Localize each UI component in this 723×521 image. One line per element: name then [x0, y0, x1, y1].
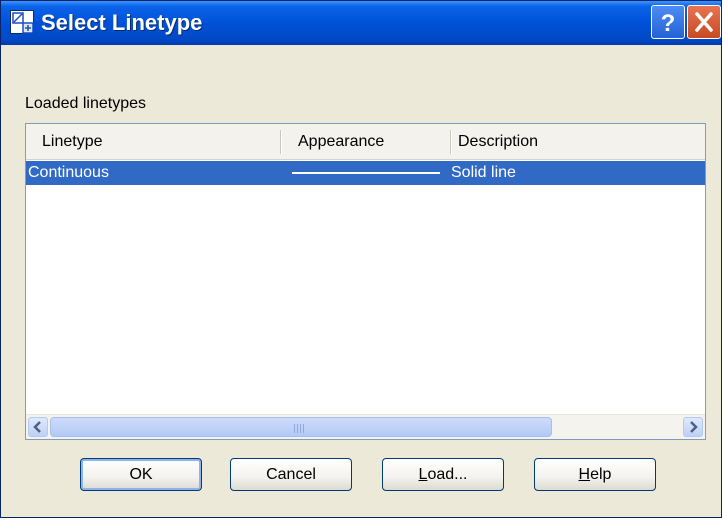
column-divider[interactable]: [450, 130, 452, 154]
column-header-appearance[interactable]: Appearance: [298, 124, 384, 159]
linetype-list[interactable]: Linetype Appearance Description Continuo…: [25, 123, 706, 440]
help-mnemonic: H: [578, 466, 591, 483]
select-linetype-dialog: Select Linetype ? Loaded linetypes Linet…: [0, 0, 722, 518]
help-button[interactable]: Help: [534, 458, 656, 491]
loaded-linetypes-label: Loaded linetypes: [25, 95, 146, 112]
svg-text:?: ?: [661, 10, 676, 37]
scroll-right-button[interactable]: [683, 417, 703, 437]
scroll-thumb[interactable]: [50, 417, 552, 437]
linetype-app-icon: [10, 10, 34, 34]
ok-button[interactable]: OK: [80, 458, 202, 491]
list-row-continuous[interactable]: Continuous Solid line: [26, 161, 705, 185]
column-header-description[interactable]: Description: [458, 124, 538, 159]
help-label-rest: elp: [590, 466, 612, 483]
question-mark-icon: ?: [661, 10, 676, 37]
load-label-rest: oad...: [427, 466, 468, 483]
linetype-name: Continuous: [28, 164, 109, 181]
scroll-right-icon: [690, 421, 698, 433]
column-divider[interactable]: [280, 130, 282, 154]
help-title-button[interactable]: ?: [651, 5, 685, 39]
load-button[interactable]: Load...: [382, 458, 504, 491]
window-title: Select Linetype: [41, 10, 203, 35]
solid-line-sample: [292, 172, 440, 174]
close-button[interactable]: [687, 5, 721, 39]
column-header-linetype[interactable]: Linetype: [42, 124, 103, 159]
linetype-description: Solid line: [451, 164, 516, 181]
scroll-left-icon: [33, 421, 41, 433]
scroll-left-button[interactable]: [28, 417, 48, 437]
grip-icon: [294, 424, 306, 433]
close-icon: [695, 12, 713, 32]
title-bar[interactable]: Select Linetype ?: [1, 1, 721, 45]
list-header: Linetype Appearance Description: [26, 124, 705, 160]
horizontal-scrollbar[interactable]: [26, 414, 705, 439]
cancel-button[interactable]: Cancel: [230, 458, 352, 491]
